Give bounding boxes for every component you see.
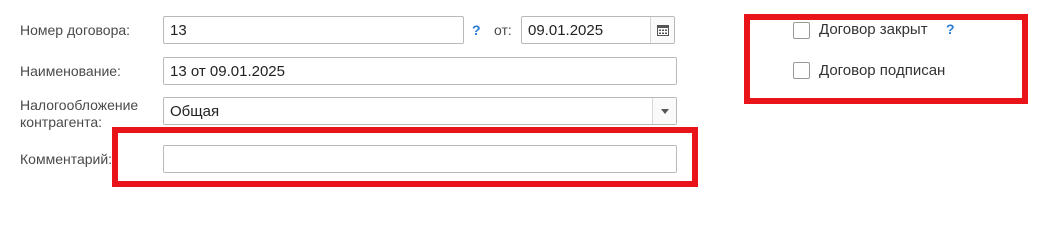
contract-number-input[interactable]: 13 <box>163 16 464 44</box>
contract-number-label: Номер договора: <box>20 22 131 38</box>
taxation-select[interactable]: Общая <box>163 97 677 125</box>
chevron-down-icon[interactable] <box>652 98 676 124</box>
date-value: 09.01.2025 <box>528 21 604 39</box>
highlight-box-checkboxes <box>744 14 1028 104</box>
calendar-icon[interactable] <box>650 17 674 43</box>
date-input[interactable]: 09.01.2025 <box>521 16 675 44</box>
name-value: 13 от 09.01.2025 <box>170 62 285 80</box>
help-icon[interactable]: ? <box>472 22 481 38</box>
date-label: от: <box>494 22 512 38</box>
name-label: Наименование: <box>20 63 121 79</box>
name-input[interactable]: 13 от 09.01.2025 <box>163 57 677 85</box>
taxation-label-line1: Налогообложение <box>20 97 139 113</box>
highlight-box-comment <box>112 127 698 187</box>
taxation-value: Общая <box>170 102 220 120</box>
taxation-label: Налогообложение контрагента: <box>20 97 138 131</box>
contract-number-value: 13 <box>170 21 187 39</box>
comment-label: Комментарий: <box>20 151 113 167</box>
